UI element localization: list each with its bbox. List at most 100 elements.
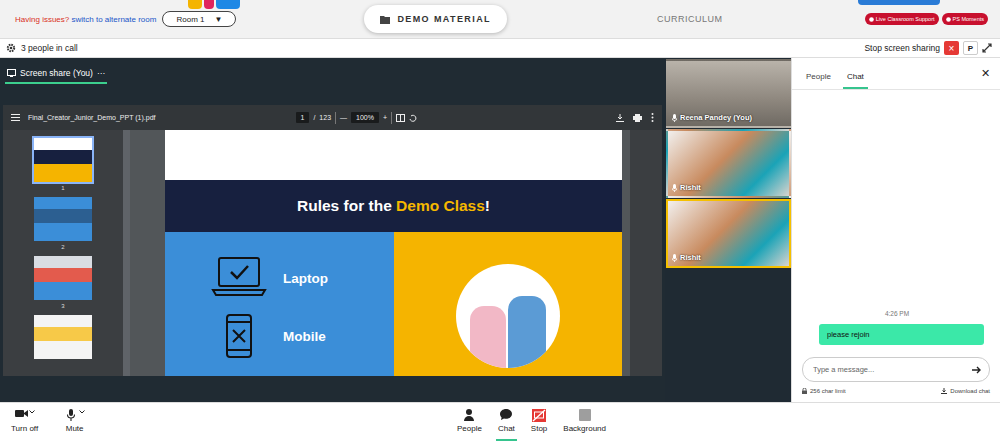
background-button[interactable]: Background xyxy=(561,403,608,441)
thumbnail-preview xyxy=(34,256,92,268)
device-list: LaptopMobile xyxy=(165,232,394,376)
thumbnail-preview xyxy=(34,223,92,241)
download-chat[interactable]: Download chat xyxy=(941,388,990,394)
expand-icon[interactable] xyxy=(982,43,994,53)
title-start: Rules for the xyxy=(297,197,396,215)
slide-photo-area xyxy=(394,232,622,376)
mic-icon xyxy=(64,409,78,422)
control-icon-row xyxy=(532,409,546,422)
participant-tile[interactable]: Rishit xyxy=(666,129,791,198)
page-total: 123 xyxy=(319,114,331,121)
zoom-in-button[interactable]: + xyxy=(383,114,387,121)
panel-tab[interactable]: People xyxy=(802,72,835,89)
screen-share-panel: Screen share (You)··· Final_Creator_Junio… xyxy=(0,58,665,402)
chat-button[interactable]: Chat xyxy=(496,403,517,441)
participant-name: Rishit xyxy=(680,253,701,262)
more-vert-icon[interactable] xyxy=(651,113,654,122)
thumbnail-frame xyxy=(32,195,94,243)
control-label: Stop xyxy=(531,424,547,433)
participant-tile[interactable]: Reena Pandey (You) xyxy=(666,59,791,128)
page-input[interactable]: 1 xyxy=(296,112,310,123)
thumbnail-scrollbar[interactable] xyxy=(123,130,130,376)
thumbnail-frame xyxy=(32,313,94,361)
call-bar: 3 people in call Stop screen sharing × P xyxy=(0,39,1000,58)
participant-tile[interactable]: Rishit xyxy=(666,199,791,268)
control-icon-row xyxy=(14,409,35,422)
thumbnail-preview xyxy=(34,138,92,150)
control-icon-row xyxy=(578,409,592,422)
room-label: Room 1 xyxy=(176,15,204,24)
rotate-icon[interactable] xyxy=(409,114,417,122)
participant-filler xyxy=(666,269,791,402)
slide-body: LaptopMobile xyxy=(165,232,622,376)
tab-label: CURRICULUM xyxy=(657,14,723,24)
page-separator: / xyxy=(313,114,315,121)
print-icon[interactable] xyxy=(633,114,642,122)
close-panel-button[interactable]: ✕ xyxy=(981,67,990,80)
zoom-out-button[interactable]: — xyxy=(340,114,347,121)
panel-tab[interactable]: Chat xyxy=(843,72,868,89)
thumbnail-preview xyxy=(34,282,92,300)
page-thumbnail[interactable]: 2 xyxy=(32,195,94,250)
plus-circle-icon xyxy=(946,17,951,22)
slide-page: Rules for the Demo Class!LaptopMobile xyxy=(165,130,622,376)
share-header: Screen share (You)··· xyxy=(0,58,665,84)
title-end: ! xyxy=(485,197,490,215)
top-tab[interactable]: CURRICULUM xyxy=(657,14,723,24)
send-icon[interactable] xyxy=(972,366,981,374)
switch-room-link[interactable]: switch to alternate room xyxy=(71,15,156,24)
center-controls: People Chat Stop Background xyxy=(455,403,608,441)
menu-icon[interactable] xyxy=(11,114,20,121)
zoom-level[interactable]: 100% xyxy=(351,112,379,123)
people-count: 3 people in call xyxy=(21,43,78,53)
camera-button[interactable]: Turn off xyxy=(9,403,40,441)
camera-icon xyxy=(14,409,28,422)
mic-button[interactable]: Mute xyxy=(62,403,87,441)
file-name: Final_Creator_Junior_Demo_PPT (1).pdf xyxy=(28,114,156,121)
message-input[interactable] xyxy=(811,364,972,375)
chat-footer: 256 char limitDownload chat xyxy=(792,382,1000,402)
page-scrollbar[interactable] xyxy=(630,130,662,376)
gear-icon[interactable] xyxy=(6,43,16,53)
pdf-viewer: Final_Creator_Junior_Demo_PPT (1).pdf1/1… xyxy=(3,105,662,376)
stop-sharing-label[interactable]: Stop screen sharing xyxy=(864,43,940,53)
fit-page-icon[interactable] xyxy=(396,114,405,122)
download-icon[interactable] xyxy=(616,114,624,122)
participant-name: Reena Pandey (You) xyxy=(680,113,752,122)
more-icon[interactable]: ··· xyxy=(97,68,106,78)
control-icon-row xyxy=(64,409,85,422)
action-pill[interactable]: PS Moments xyxy=(942,13,988,25)
page-thumbnail[interactable]: 1 xyxy=(32,136,94,191)
pin-button[interactable]: P xyxy=(963,41,978,55)
left-controls: Turn off Mute xyxy=(0,403,455,441)
photo-block xyxy=(470,306,506,368)
mic-icon xyxy=(672,114,677,122)
top-tab[interactable]: DEMO MATERIAL xyxy=(364,5,507,33)
thumbnail-number: 2 xyxy=(61,244,64,250)
caret-icon[interactable] xyxy=(79,409,85,415)
people-icon xyxy=(462,409,476,422)
stop-sharing-button[interactable]: × xyxy=(944,41,959,55)
room-dropdown[interactable]: Room 1 ▼ xyxy=(162,11,236,27)
dropdown-arrow-icon: ▼ xyxy=(214,15,222,24)
slide-margin xyxy=(165,130,622,180)
control-label: Mute xyxy=(66,424,84,433)
pill-label: Live Classroom Support xyxy=(876,16,935,22)
thumbnail-preview xyxy=(34,197,92,209)
page-thumbnail[interactable]: 3 xyxy=(32,254,94,309)
page-thumbnail[interactable] xyxy=(32,313,94,362)
chat-log: 4:26 PMplease rejoin xyxy=(792,90,1000,357)
page-controls: 1/ 123 — 100% + xyxy=(296,112,418,124)
share-tab[interactable]: Screen share (You)··· xyxy=(5,68,107,84)
download-icon xyxy=(941,388,947,394)
thumbnail-preview xyxy=(34,268,92,282)
panel-header: People Chat ✕ xyxy=(792,58,1000,90)
caret-icon[interactable] xyxy=(29,409,35,415)
control-label: Turn off xyxy=(11,424,38,433)
people-button[interactable]: People xyxy=(455,403,484,441)
stop-button[interactable]: Stop xyxy=(529,403,549,441)
action-pill[interactable]: Live Classroom Support xyxy=(865,13,939,25)
side-panel: People Chat ✕ 4:26 PMplease rejoin 256 char … xyxy=(791,58,1000,402)
plus-circle-icon xyxy=(869,17,874,22)
mobile-cross-icon xyxy=(211,314,267,358)
